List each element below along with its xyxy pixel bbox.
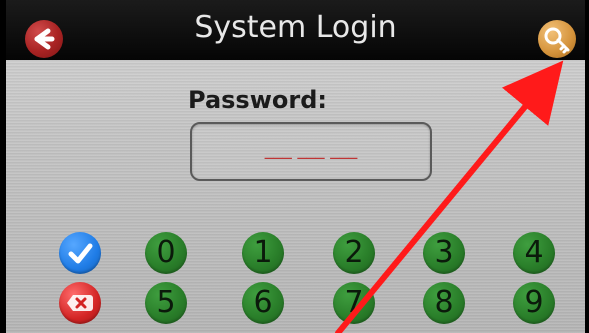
password-field[interactable]: ___ ___ ___: [190, 122, 432, 181]
keypad-digit-3[interactable]: 3: [423, 232, 465, 274]
key-icon: [544, 27, 570, 54]
confirm-button[interactable]: [59, 232, 101, 274]
keypad-digit-6[interactable]: 6: [242, 282, 284, 324]
keypad-digit-2[interactable]: 2: [333, 232, 375, 274]
keypad-digit-5[interactable]: 5: [145, 282, 187, 324]
title-bar: System Login: [6, 0, 585, 60]
check-icon: [68, 243, 93, 264]
password-label: Password:: [188, 86, 327, 114]
keypad-digit-1[interactable]: 1: [242, 232, 284, 274]
backspace-icon: [67, 295, 93, 311]
page-title: System Login: [194, 10, 397, 45]
keypad-digit-8[interactable]: 8: [423, 282, 465, 324]
keypad-digit-9[interactable]: 9: [513, 282, 555, 324]
keypad-digit-7[interactable]: 7: [333, 282, 375, 324]
screen: System Login Password: ___ ___ ___ 0 1 2…: [6, 0, 585, 333]
keypad-digit-0[interactable]: 0: [145, 232, 187, 274]
key-button[interactable]: [538, 20, 576, 58]
password-placeholder: ___ ___ ___: [264, 139, 358, 160]
keypad-digit-4[interactable]: 4: [513, 232, 555, 274]
delete-button[interactable]: [59, 282, 101, 324]
